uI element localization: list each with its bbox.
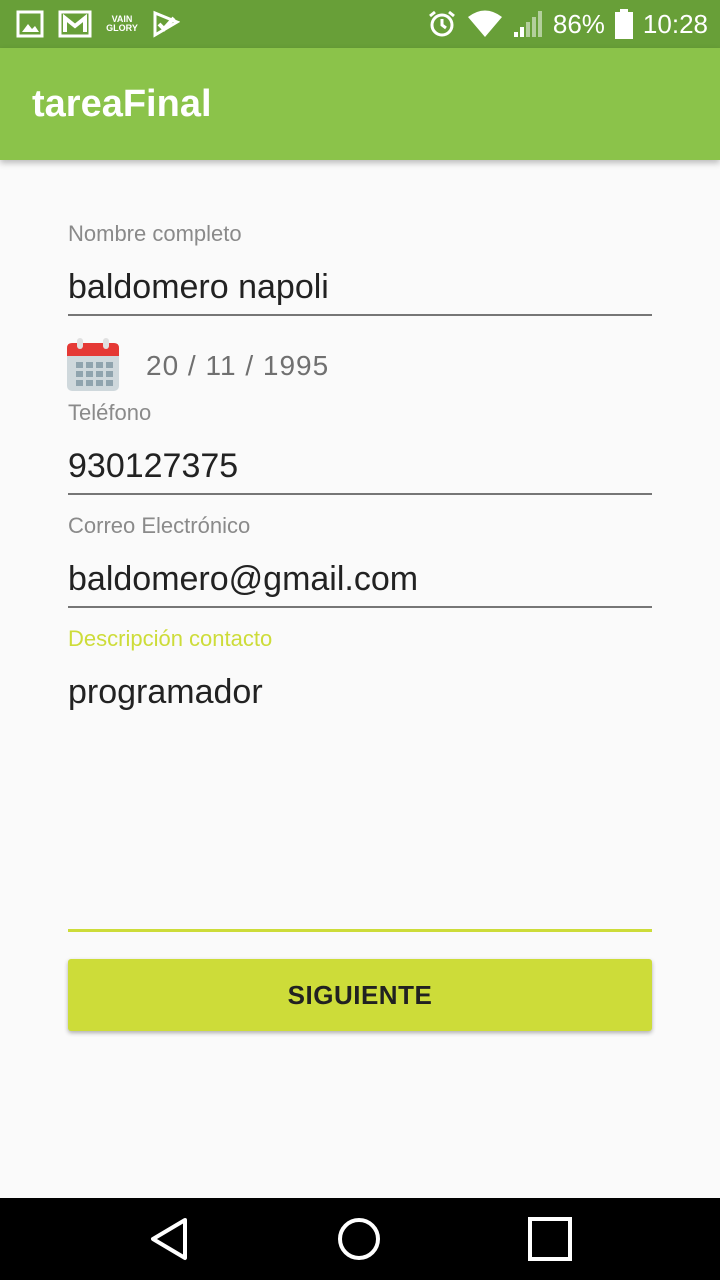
notification-icons: VAIN GLORY <box>16 8 180 40</box>
description-field[interactable]: programador <box>68 673 263 712</box>
email-label: Correo Electrónico <box>68 513 251 538</box>
back-icon[interactable] <box>145 1214 195 1264</box>
email-underline <box>68 606 652 608</box>
signal-icon <box>513 11 542 37</box>
battery-icon <box>614 9 633 39</box>
clock: 10:28 <box>642 9 708 39</box>
battery-percent: 86% <box>552 9 605 39</box>
gallery-icon <box>16 10 44 38</box>
calendar-icon[interactable] <box>66 338 120 392</box>
app-title: tareaFinal <box>32 83 212 125</box>
birth-date[interactable]: 20 / 11 / 1995 <box>146 350 329 382</box>
name-label: Nombre completo <box>68 221 242 246</box>
name-field[interactable]: baldomero napoli <box>68 268 329 307</box>
phone-field[interactable]: 930127375 <box>68 447 238 486</box>
next-button[interactable]: SIGUIENTE <box>68 959 652 1031</box>
phone-underline <box>68 493 652 495</box>
vainglory-icon: VAIN GLORY <box>106 15 138 33</box>
description-underline <box>68 929 652 932</box>
description-label: Descripción contacto <box>68 626 273 651</box>
alarm-icon <box>428 10 455 37</box>
recents-icon[interactable] <box>525 1214 575 1264</box>
wifi-icon <box>467 10 502 37</box>
nav-bar <box>0 1198 720 1280</box>
status-bar: VAIN GLORY 86% 10:28 <box>0 0 720 48</box>
app-check-icon <box>153 10 180 38</box>
name-underline <box>68 314 652 316</box>
vainglory-text-2: GLORY <box>106 23 138 33</box>
home-icon[interactable] <box>334 1214 384 1264</box>
status-right: 86% 10:28 <box>427 0 708 48</box>
phone-label: Teléfono <box>68 400 152 425</box>
email-field[interactable]: baldomero@gmail.com <box>68 560 418 599</box>
app-bar: tareaFinal <box>0 48 720 160</box>
gmail-icon <box>58 10 92 38</box>
